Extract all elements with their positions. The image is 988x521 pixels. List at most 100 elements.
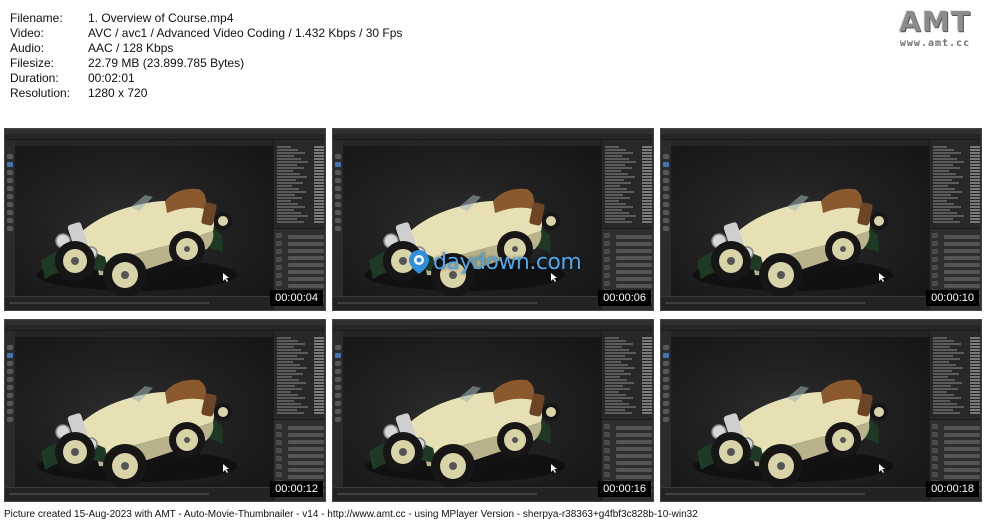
- outliner-row[interactable]: [277, 367, 307, 369]
- outliner-row[interactable]: [277, 391, 291, 393]
- visibility-toggle[interactable]: [642, 188, 652, 190]
- properties-tab[interactable]: [932, 273, 938, 278]
- visibility-toggle[interactable]: [314, 343, 324, 345]
- outliner-row[interactable]: [277, 349, 301, 351]
- outliner-row[interactable]: [277, 337, 291, 339]
- thumbnail[interactable]: 00:00:10: [660, 128, 982, 311]
- outliner-row[interactable]: [933, 149, 954, 151]
- outliner-row[interactable]: [277, 161, 308, 163]
- tool-button[interactable]: [335, 353, 341, 358]
- properties-tab[interactable]: [276, 440, 282, 445]
- visibility-toggle[interactable]: [970, 176, 980, 178]
- properties-tab[interactable]: [932, 233, 938, 238]
- outliner-row[interactable]: [933, 176, 963, 178]
- property-field[interactable]: [944, 277, 980, 281]
- tool-button[interactable]: [7, 369, 13, 374]
- outliner-row[interactable]: [277, 218, 297, 220]
- outliner-row[interactable]: [933, 218, 953, 220]
- outliner-row[interactable]: [277, 376, 292, 378]
- property-field[interactable]: [616, 249, 652, 253]
- property-field[interactable]: [288, 475, 324, 479]
- visibility-toggle[interactable]: [970, 400, 980, 402]
- visibility-toggle[interactable]: [970, 364, 980, 366]
- tool-button[interactable]: [7, 377, 13, 382]
- property-field[interactable]: [288, 242, 324, 246]
- visibility-toggle[interactable]: [642, 412, 652, 414]
- properties-tab[interactable]: [932, 472, 938, 477]
- outliner-row[interactable]: [277, 412, 304, 414]
- timeline-track[interactable]: [665, 302, 865, 304]
- property-field[interactable]: [616, 475, 652, 479]
- outliner-row[interactable]: [277, 173, 300, 175]
- outliner-row[interactable]: [605, 197, 630, 199]
- property-field[interactable]: [616, 284, 652, 288]
- property-field[interactable]: [616, 447, 652, 451]
- visibility-toggle[interactable]: [642, 340, 652, 342]
- visibility-toggle[interactable]: [314, 194, 324, 196]
- properties-tab[interactable]: [604, 233, 610, 238]
- properties-tab[interactable]: [932, 456, 938, 461]
- tool-button[interactable]: [335, 202, 341, 207]
- visibility-toggle[interactable]: [642, 212, 652, 214]
- outliner-row[interactable]: [277, 403, 301, 405]
- visibility-toggle[interactable]: [314, 146, 324, 148]
- visibility-toggle[interactable]: [314, 200, 324, 202]
- outliner-row[interactable]: [933, 179, 952, 181]
- property-field[interactable]: [944, 447, 980, 451]
- properties-tab[interactable]: [276, 241, 282, 246]
- visibility-toggle[interactable]: [642, 218, 652, 220]
- outliner-row[interactable]: [933, 367, 963, 369]
- visibility-toggle[interactable]: [642, 197, 652, 199]
- visibility-toggle[interactable]: [642, 161, 652, 163]
- outliner-row[interactable]: [277, 188, 299, 190]
- outliner-row[interactable]: [933, 397, 961, 399]
- properties-tab[interactable]: [604, 249, 610, 254]
- visibility-toggle[interactable]: [642, 155, 652, 157]
- visibility-toggle[interactable]: [970, 376, 980, 378]
- visibility-toggle[interactable]: [970, 170, 980, 172]
- property-field[interactable]: [288, 440, 324, 444]
- visibility-toggle[interactable]: [970, 406, 980, 408]
- visibility-toggle[interactable]: [642, 173, 652, 175]
- outliner-row[interactable]: [933, 358, 960, 360]
- outliner-row[interactable]: [933, 406, 964, 408]
- property-field[interactable]: [288, 426, 324, 430]
- outliner-row[interactable]: [933, 412, 960, 414]
- properties-tab[interactable]: [932, 281, 938, 286]
- outliner-row[interactable]: [933, 373, 959, 375]
- thumbnail[interactable]: 00:00:12: [4, 319, 326, 502]
- properties-tab[interactable]: [604, 448, 610, 453]
- visibility-toggle[interactable]: [314, 394, 324, 396]
- thumbnail[interactable]: 00:00:04: [4, 128, 326, 311]
- properties-tab[interactable]: [276, 424, 282, 429]
- visibility-toggle[interactable]: [970, 403, 980, 405]
- outliner-row[interactable]: [277, 197, 302, 199]
- outliner-row[interactable]: [933, 376, 948, 378]
- visibility-toggle[interactable]: [642, 346, 652, 348]
- visibility-toggle[interactable]: [642, 358, 652, 360]
- outliner-row[interactable]: [605, 212, 629, 214]
- visibility-toggle[interactable]: [314, 379, 324, 381]
- outliner-row[interactable]: [605, 388, 630, 390]
- outliner-row[interactable]: [277, 346, 294, 348]
- visibility-toggle[interactable]: [314, 412, 324, 414]
- timeline-track[interactable]: [9, 302, 209, 304]
- visibility-toggle[interactable]: [970, 355, 980, 357]
- outliner-row[interactable]: [277, 221, 304, 223]
- thumbnail[interactable]: 00:00:16: [332, 319, 654, 502]
- outliner-row[interactable]: [277, 358, 304, 360]
- outliner-row[interactable]: [277, 373, 303, 375]
- tool-button[interactable]: [7, 170, 13, 175]
- visibility-toggle[interactable]: [314, 337, 324, 339]
- visibility-toggle[interactable]: [642, 149, 652, 151]
- visibility-toggle[interactable]: [970, 412, 980, 414]
- tool-button[interactable]: [7, 178, 13, 183]
- properties-tab[interactable]: [932, 440, 938, 445]
- outliner-row[interactable]: [277, 394, 298, 396]
- property-field[interactable]: [944, 235, 980, 239]
- property-field[interactable]: [944, 440, 980, 444]
- property-field[interactable]: [944, 263, 980, 267]
- outliner-row[interactable]: [933, 352, 964, 354]
- outliner-row[interactable]: [277, 194, 295, 196]
- properties-tab[interactable]: [604, 241, 610, 246]
